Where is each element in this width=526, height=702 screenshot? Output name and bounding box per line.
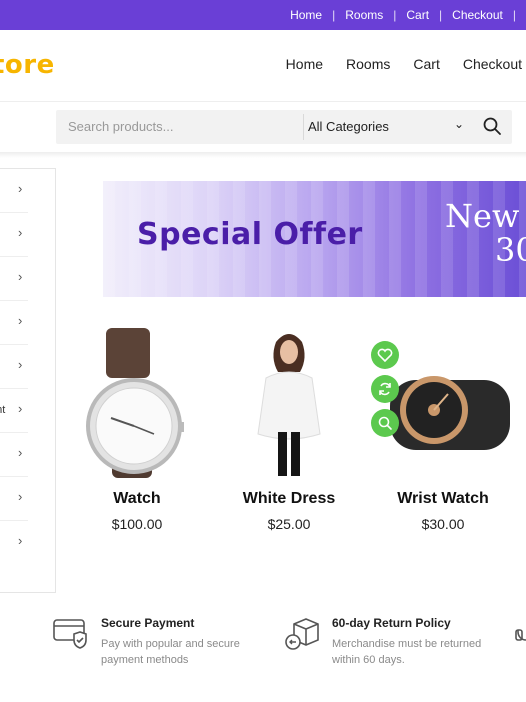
product-actions	[371, 341, 401, 443]
feature-description: Merchandise must be returned within 60 d…	[332, 638, 482, 666]
nav-home[interactable]: Home	[286, 56, 323, 72]
search-divider	[303, 114, 304, 140]
top-link-rooms[interactable]: Rooms	[345, 8, 383, 22]
product-card[interactable]: White Dress $25.00	[214, 322, 364, 532]
sidebar-item[interactable]: ›	[0, 301, 28, 345]
separator: |	[332, 8, 336, 22]
category-sidebar: › › › › › ent › › › ›	[0, 168, 56, 593]
search-icon[interactable]	[482, 116, 502, 136]
sidebar-item[interactable]: ›	[0, 169, 28, 213]
sidebar-item[interactable]: ›	[0, 433, 28, 477]
logo[interactable]: tore	[0, 50, 55, 80]
product-name[interactable]: White Dress	[214, 490, 364, 508]
product-card[interactable]: Watch $100.00	[62, 322, 212, 532]
separator: |	[512, 8, 516, 22]
refresh-icon	[379, 382, 391, 396]
top-link-cart[interactable]: Cart	[406, 8, 429, 22]
feature-title: Secure Payment	[101, 616, 195, 630]
nav-rooms[interactable]: Rooms	[346, 56, 390, 72]
top-link-checkout[interactable]: Checkout	[452, 8, 503, 22]
dress-image	[257, 334, 321, 476]
chevron-right-icon: ›	[18, 533, 23, 548]
search-input[interactable]: Search products...	[68, 119, 174, 134]
headset-icon	[515, 629, 526, 641]
features-strip: Secure Payment Pay with popular and secu…	[0, 606, 526, 676]
product-price: $100.00	[111, 516, 163, 532]
chevron-right-icon: ›	[18, 357, 23, 372]
product-image-dress[interactable]	[214, 322, 364, 482]
chevron-right-icon: ›	[18, 181, 23, 196]
top-bar: Home | Rooms | Cart | Checkout |	[0, 0, 526, 30]
banner-title: Special Offer	[137, 217, 363, 252]
search-row: Search products... All Categories ⌄	[0, 102, 526, 154]
sidebar-item[interactable]: ›	[0, 213, 28, 257]
compare-button[interactable]	[371, 375, 399, 403]
chevron-right-icon: ›	[18, 225, 23, 240]
chevron-down-icon[interactable]: ⌄	[454, 117, 464, 131]
product-name[interactable]: Wrist Watch	[368, 490, 518, 508]
nav-checkout[interactable]: Checkout	[463, 56, 522, 72]
category-select[interactable]: All Categories	[308, 119, 389, 134]
chevron-right-icon: ›	[18, 313, 23, 328]
site-header: tore Home Rooms Cart Checkout	[0, 30, 526, 102]
chevron-right-icon: ›	[18, 445, 23, 460]
sidebar-item[interactable]: ›	[0, 257, 28, 301]
promo-banner[interactable]: Special Offer New Y 30	[103, 181, 526, 297]
zoom-icon	[378, 416, 392, 430]
divider	[0, 152, 526, 158]
separator: |	[393, 8, 397, 22]
banner-headline: New Y	[445, 197, 526, 235]
chevron-right-icon: ›	[18, 489, 23, 504]
product-image-watch[interactable]	[62, 322, 212, 482]
wishlist-button[interactable]	[371, 341, 399, 369]
sidebar-item[interactable]: ›	[0, 477, 28, 521]
main-nav: Home Rooms Cart Checkout	[286, 56, 522, 72]
feature-title: 60-day Return Policy	[332, 616, 451, 630]
feature-description: Pay with popular and secure payment meth…	[101, 638, 240, 666]
top-links: Home | Rooms | Cart | Checkout |	[290, 0, 526, 30]
chevron-right-icon: ›	[18, 269, 23, 284]
quick-view-button[interactable]	[371, 409, 399, 437]
banner-discount: 30	[495, 231, 526, 269]
sidebar-item[interactable]: ›	[0, 521, 28, 565]
product-name[interactable]: Watch	[62, 490, 212, 508]
sidebar-item[interactable]: ent ›	[0, 389, 28, 433]
chevron-right-icon: ›	[18, 401, 23, 416]
heart-icon	[377, 348, 393, 363]
product-price: $25.00	[267, 516, 311, 532]
nav-cart[interactable]: Cart	[413, 56, 439, 72]
return-box-icon	[285, 618, 319, 650]
sidebar-item[interactable]: ›	[0, 345, 28, 389]
separator: |	[439, 8, 443, 22]
credit-card-shield-icon	[53, 619, 87, 649]
product-price: $30.00	[421, 516, 465, 532]
watch-image	[86, 328, 184, 478]
search-bar: Search products... All Categories ⌄	[56, 110, 512, 144]
sidebar-item-label: ent	[0, 404, 6, 416]
top-link-home[interactable]: Home	[290, 8, 322, 22]
